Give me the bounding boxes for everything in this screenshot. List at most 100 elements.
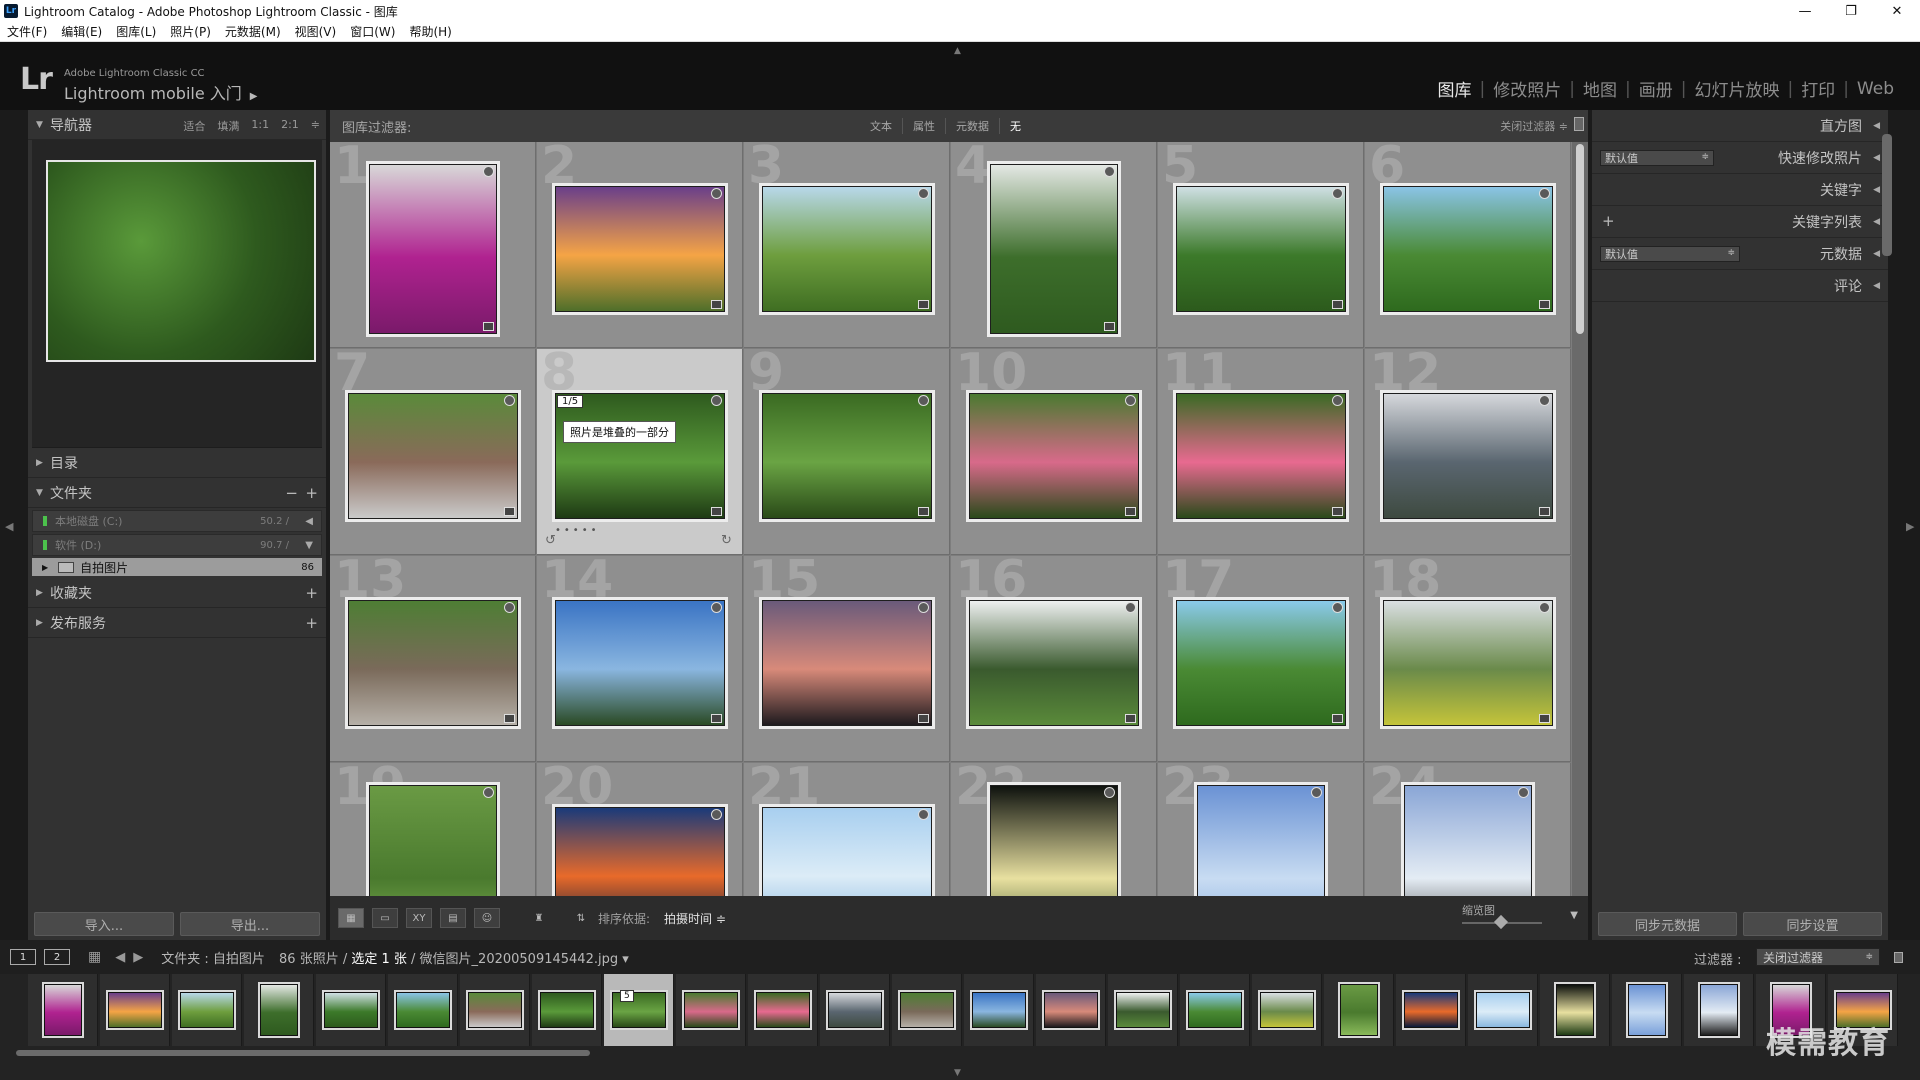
grid-cell[interactable]: 10 <box>951 349 1157 555</box>
filmstrip-thumbnail[interactable] <box>468 992 522 1028</box>
grid-cell[interactable]: 8 1/5 照片是堆叠的一部分 ••••• ↺ ↻ <box>537 349 743 555</box>
quick-collection-icon[interactable] <box>918 188 929 199</box>
edited-badge-icon[interactable] <box>918 300 929 309</box>
quick-develop-header[interactable]: 默认值 ≑ 快速修改照片 ◀ <box>1592 142 1888 174</box>
photo-thumbnail[interactable] <box>1176 393 1346 519</box>
menu-help[interactable]: 帮助(H) <box>402 23 458 40</box>
quick-collection-icon[interactable] <box>483 166 494 177</box>
filmstrip-thumbnail[interactable] <box>44 984 82 1036</box>
add-folder-icon[interactable]: + <box>305 484 318 502</box>
photo-thumbnail[interactable] <box>555 186 725 312</box>
secondary-window-button[interactable]: 2 <box>44 949 70 965</box>
comments-header[interactable]: 评论 ◀ <box>1592 270 1888 302</box>
quick-collection-icon[interactable] <box>711 188 722 199</box>
photo-thumbnail[interactable] <box>348 393 518 519</box>
grid-cell[interactable]: 2 <box>537 142 743 348</box>
filmstrip-thumbnail[interactable] <box>180 992 234 1028</box>
filmstrip-stack-badge[interactable]: 5 <box>620 990 634 1002</box>
filmstrip-thumbnail[interactable] <box>1188 992 1242 1028</box>
module-map[interactable]: 地图 <box>1575 76 1625 101</box>
rotate-left-icon[interactable]: ↺ <box>545 533 556 548</box>
filmstrip-lock-icon[interactable] <box>1894 952 1903 963</box>
collapse-left-panel-icon[interactable]: ◀ <box>5 520 13 533</box>
quick-collection-icon[interactable] <box>1104 166 1115 177</box>
publish-services-header[interactable]: ▶ 发布服务 + <box>28 608 326 638</box>
zoom-fit[interactable]: 适合 <box>183 118 205 134</box>
collapse-right-panel-icon[interactable]: ▶ <box>1906 520 1914 533</box>
edited-badge-icon[interactable] <box>1332 300 1343 309</box>
quick-collection-icon[interactable] <box>918 395 929 406</box>
collapse-filmstrip-icon[interactable]: ▼ <box>954 1068 961 1078</box>
import-button[interactable]: 导入... <box>34 912 174 936</box>
photo-thumbnail[interactable] <box>1383 186 1553 312</box>
folders-header[interactable]: ▼ 文件夹 − + <box>28 478 326 508</box>
photo-thumbnail[interactable] <box>555 393 725 519</box>
right-panel-edge[interactable]: ▶ <box>1900 110 1920 940</box>
filmstrip-cell[interactable] <box>1396 974 1466 1046</box>
minimize-button[interactable]: — <box>1782 0 1828 22</box>
photo-thumbnail[interactable] <box>348 600 518 726</box>
grid-cell[interactable]: 15 <box>744 556 950 762</box>
filmstrip-thumbnail[interactable] <box>1260 992 1314 1028</box>
quick-collection-icon[interactable] <box>918 809 929 820</box>
filmstrip-thumbnail[interactable] <box>1700 984 1738 1036</box>
menu-edit[interactable]: 编辑(E) <box>54 23 109 40</box>
filmstrip-thumbnail[interactable] <box>900 992 954 1028</box>
edited-badge-icon[interactable] <box>1332 714 1343 723</box>
quick-collection-icon[interactable] <box>711 602 722 613</box>
compare-view-icon[interactable]: XY <box>406 908 432 928</box>
loupe-view-icon[interactable]: ▭ <box>372 908 398 928</box>
filmstrip-cell[interactable] <box>1612 974 1682 1046</box>
grid-view-icon[interactable]: ▦ <box>338 908 364 928</box>
photo-thumbnail[interactable] <box>990 164 1118 334</box>
add-publish-service-icon[interactable]: + <box>305 614 318 632</box>
grid-cell[interactable]: 11 <box>1158 349 1364 555</box>
sync-metadata-button[interactable]: 同步元数据 <box>1598 912 1737 936</box>
photo-thumbnail[interactable] <box>369 785 497 896</box>
edited-badge-icon[interactable] <box>504 714 515 723</box>
photo-thumbnail[interactable] <box>1197 785 1325 896</box>
filmstrip-cell[interactable] <box>1036 974 1106 1046</box>
module-library[interactable]: 图库 <box>1430 76 1480 101</box>
zoom-fill[interactable]: 填满 <box>217 118 239 134</box>
filmstrip-thumbnail[interactable] <box>684 992 738 1028</box>
edited-badge-icon[interactable] <box>1539 300 1550 309</box>
metadata-preset-select[interactable]: 默认值 ≑ <box>1600 246 1740 262</box>
painter-icon[interactable]: ♜ <box>526 908 552 928</box>
filter-none[interactable]: 无 <box>1000 118 1031 134</box>
filmstrip-thumbnail[interactable] <box>324 992 378 1028</box>
folder-selfie-photos[interactable]: ▶ 自拍图片 86 <box>32 558 322 576</box>
filmstrip-cell[interactable] <box>316 974 386 1046</box>
photo-thumbnail[interactable] <box>762 600 932 726</box>
filmstrip-thumbnail[interactable] <box>108 992 162 1028</box>
navigator-preview-image[interactable] <box>46 160 316 362</box>
filmstrip-filter-select[interactable]: 关闭过滤器 ≑ <box>1756 948 1880 966</box>
filmstrip-thumbnail[interactable] <box>260 984 298 1036</box>
filmstrip-cell[interactable] <box>1180 974 1250 1046</box>
filmstrip-thumbnail[interactable] <box>1116 992 1170 1028</box>
filmstrip-thumbnail[interactable] <box>828 992 882 1028</box>
collections-header[interactable]: ▶ 收藏夹 + <box>28 578 326 608</box>
rating-dots[interactable]: ••••• <box>555 525 600 536</box>
filmstrip-thumbnail[interactable] <box>756 992 810 1028</box>
grid-cell[interactable]: 9 <box>744 349 950 555</box>
filmstrip-thumbnail[interactable] <box>972 992 1026 1028</box>
filmstrip-cell[interactable] <box>964 974 1034 1046</box>
quick-collection-icon[interactable] <box>1125 395 1136 406</box>
keyword-list-header[interactable]: + 关键字列表 ◀ <box>1592 206 1888 238</box>
catalog-header[interactable]: ▶ 目录 <box>28 448 326 478</box>
grid-cell[interactable]: 18 <box>1365 556 1571 762</box>
filmstrip-cell[interactable] <box>1324 974 1394 1046</box>
filmstrip-cell[interactable] <box>532 974 602 1046</box>
quick-collection-icon[interactable] <box>918 602 929 613</box>
filmstrip-cell[interactable] <box>1684 974 1754 1046</box>
grid-cell[interactable]: 3 <box>744 142 950 348</box>
export-button[interactable]: 导出... <box>180 912 320 936</box>
zoom-1-1[interactable]: 1:1 <box>251 118 269 134</box>
grid-cell[interactable]: 4 <box>951 142 1157 348</box>
filmstrip-cell[interactable] <box>1108 974 1178 1046</box>
edited-badge-icon[interactable] <box>1332 507 1343 516</box>
filmstrip-cell[interactable] <box>100 974 170 1046</box>
filmstrip-cell[interactable] <box>244 974 314 1046</box>
grid-cell[interactable]: 22 <box>951 763 1157 896</box>
